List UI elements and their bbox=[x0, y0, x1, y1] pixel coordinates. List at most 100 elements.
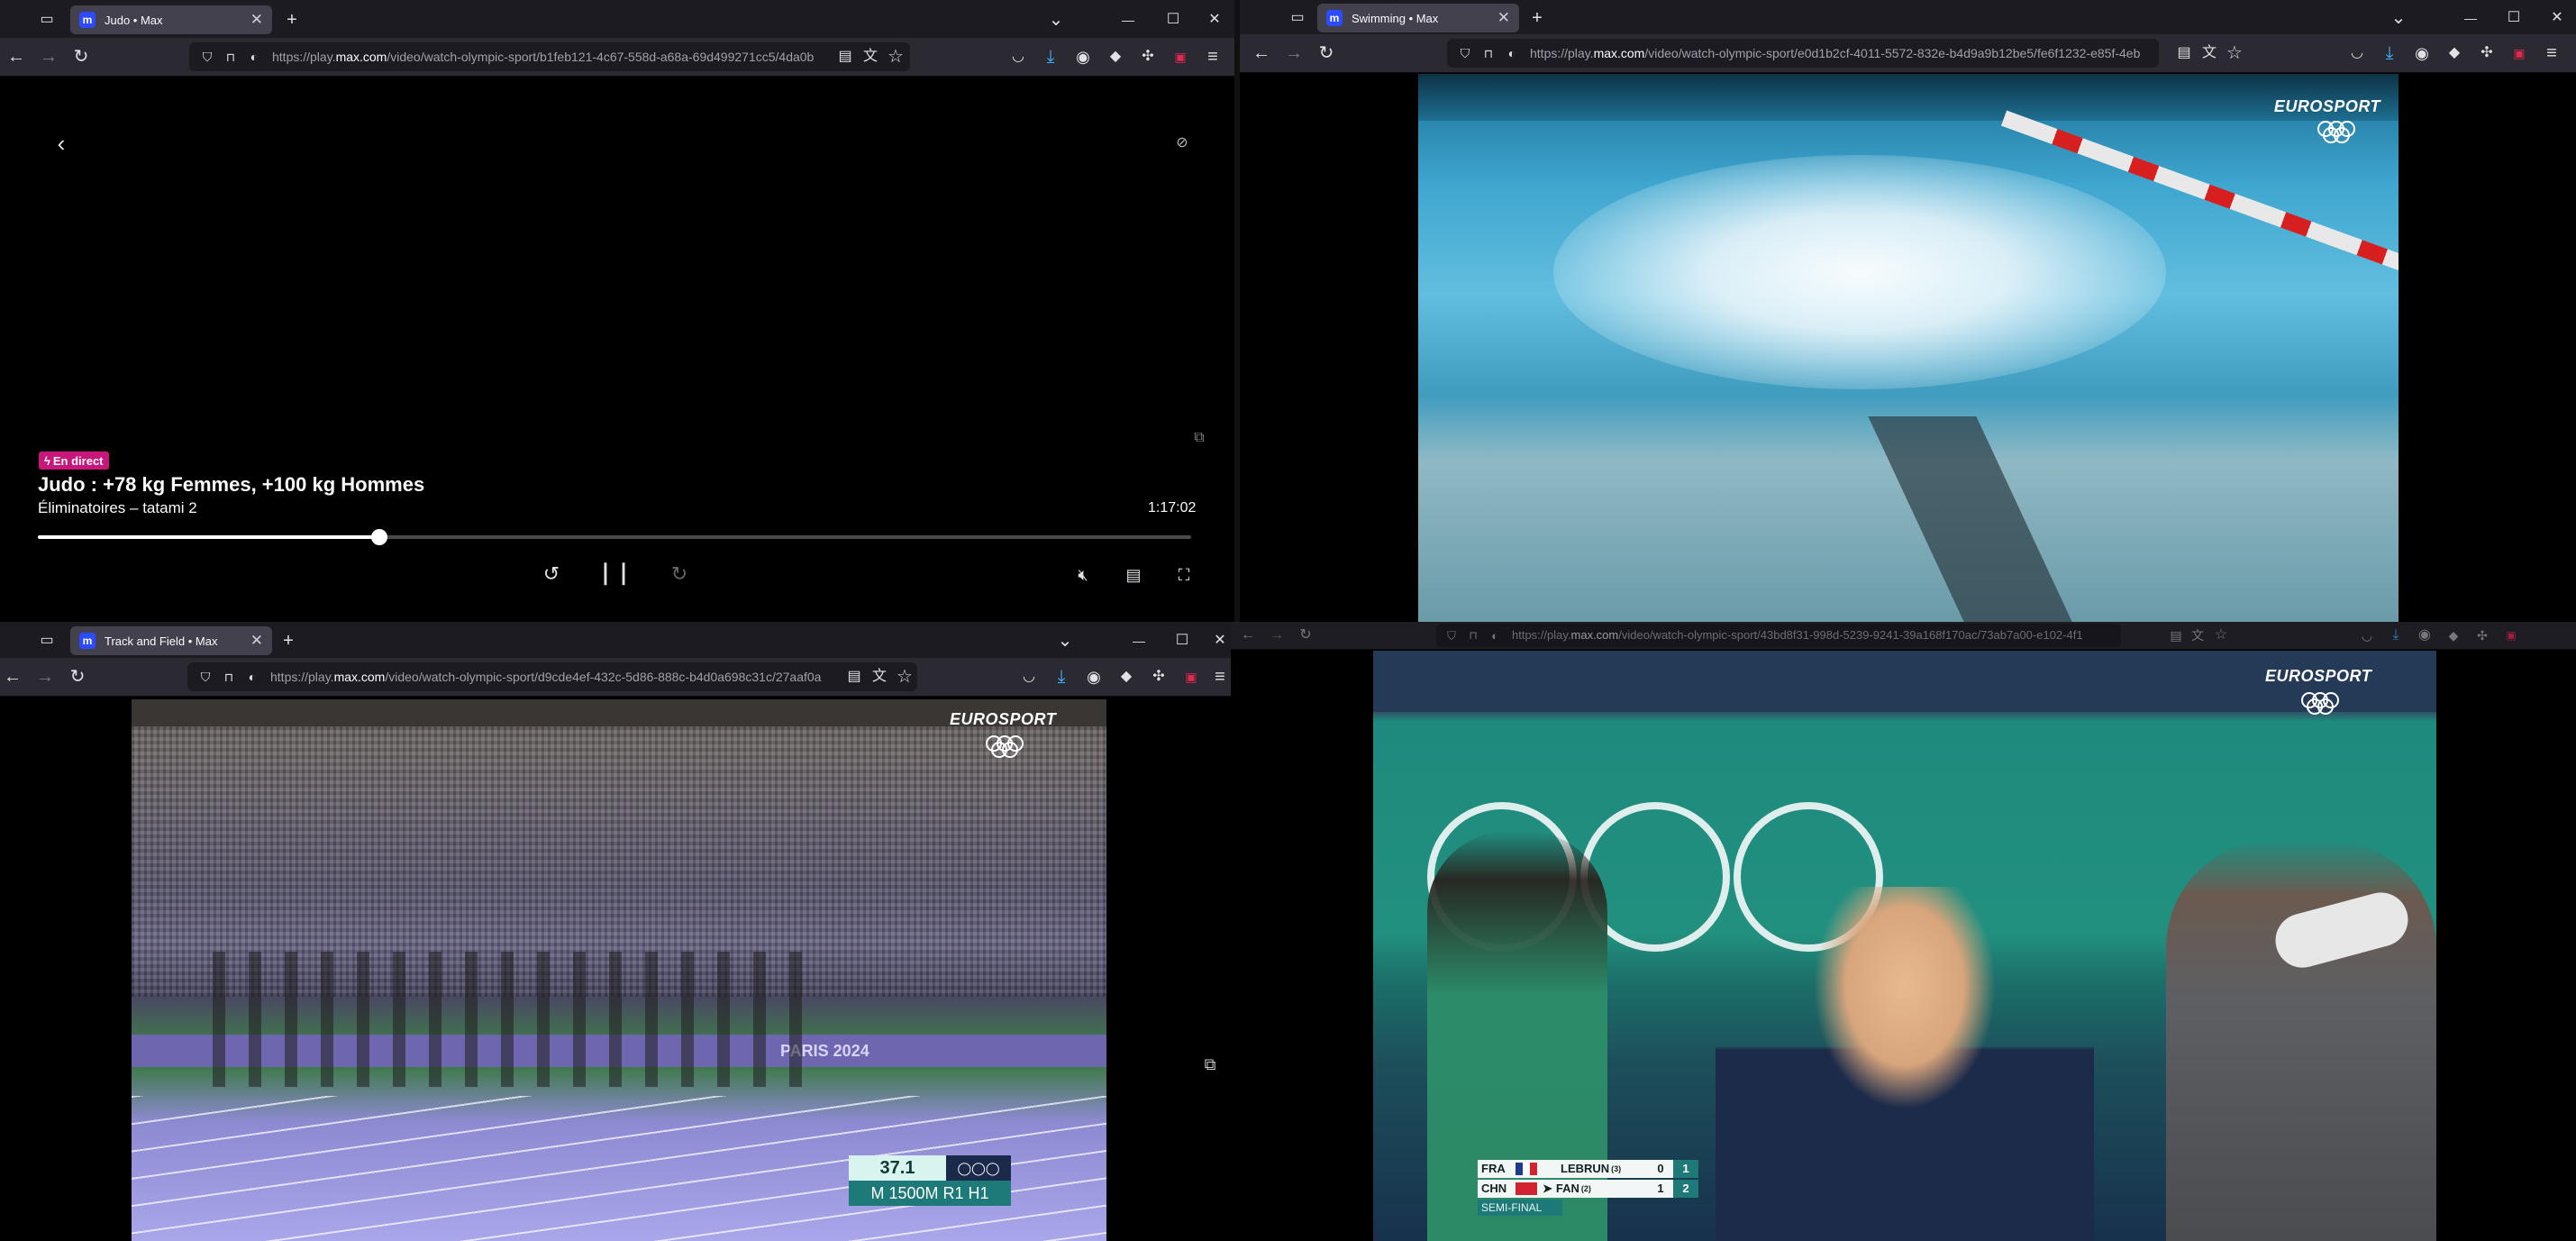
reload-button[interactable]: ↻ bbox=[70, 46, 92, 68]
forward-button[interactable]: → bbox=[1283, 42, 1305, 64]
pip-icon[interactable]: ⧉ bbox=[1198, 1053, 1222, 1076]
forward-button[interactable]: → bbox=[34, 666, 56, 688]
download-icon[interactable]: ⤓ bbox=[2386, 625, 2406, 645]
account-icon[interactable]: ◉ bbox=[2415, 625, 2435, 645]
pocket-icon[interactable]: ◡ bbox=[2357, 625, 2377, 645]
maximize-button[interactable]: ☐ bbox=[1162, 9, 1184, 31]
new-tab-button[interactable]: + bbox=[281, 9, 303, 31]
tab-overview-icon[interactable]: ▭ bbox=[36, 630, 58, 652]
translate-icon[interactable]: 文 bbox=[869, 666, 890, 688]
close-window-button[interactable]: ✕ bbox=[1209, 630, 1231, 652]
tab-overview-icon[interactable]: ▭ bbox=[36, 9, 58, 31]
menu-button[interactable]: ≡ bbox=[2541, 42, 2562, 64]
translate-icon[interactable]: 文 bbox=[860, 46, 881, 68]
tab-close-icon[interactable]: ✕ bbox=[250, 11, 263, 29]
maximize-button[interactable]: ☐ bbox=[1171, 630, 1193, 652]
url-bar[interactable]: ⛉ ⊓ ◐ https://play.max.com/video/watch-o… bbox=[1447, 39, 2159, 68]
list-tabs-button[interactable]: ⌄ bbox=[1054, 630, 1076, 652]
url-bar[interactable]: ⛉ ⊓ ◐ https://play.max.com/video/watch-o… bbox=[189, 42, 910, 71]
progress-track[interactable] bbox=[38, 529, 1191, 545]
list-tabs-button[interactable]: ⌄ bbox=[1045, 9, 1067, 31]
reload-button[interactable]: ↻ bbox=[1296, 625, 1315, 645]
minimize-button[interactable]: — bbox=[2460, 7, 2481, 29]
url-text[interactable]: https://play.max.com/video/watch-olympic… bbox=[1512, 628, 2083, 642]
swimming-video[interactable]: EUROSPORT bbox=[1418, 74, 2399, 626]
account-icon[interactable]: ◉ bbox=[1072, 46, 1094, 68]
extension-icon[interactable]: ◆ bbox=[2444, 42, 2465, 64]
download-icon[interactable]: ⤓ bbox=[1040, 46, 1061, 68]
maximize-button[interactable]: ☐ bbox=[2503, 7, 2525, 29]
menu-button[interactable]: ≡ bbox=[1209, 666, 1231, 688]
url-text[interactable]: https://play.max.com/video/watch-olympic… bbox=[1530, 46, 2140, 60]
url-bar[interactable]: ⛉ ⊓ ◐ https://play.max.com/video/watch-o… bbox=[1436, 624, 2121, 647]
pocket-icon[interactable]: ◡ bbox=[2346, 42, 2368, 64]
addon-icon[interactable]: ▣ bbox=[1170, 46, 1191, 68]
extension-icon[interactable]: ◆ bbox=[1115, 666, 1137, 688]
reader-view-icon[interactable]: ▤ bbox=[2166, 625, 2186, 645]
bookmark-star-icon[interactable]: ☆ bbox=[2211, 625, 2231, 645]
extension-icon[interactable]: ◆ bbox=[2444, 625, 2463, 645]
close-window-button[interactable]: ✕ bbox=[1204, 9, 1225, 31]
subtitles-off-icon[interactable]: ⊘ bbox=[1170, 131, 1195, 156]
menu-button[interactable]: ≡ bbox=[1202, 46, 1224, 68]
puzzle-icon[interactable]: ✣ bbox=[2472, 625, 2492, 645]
addon-icon[interactable]: ▣ bbox=[2501, 625, 2521, 645]
back-button[interactable]: ← bbox=[1251, 42, 1272, 64]
track-video[interactable]: PARIS 2024 EUROSPORT 37.1 ◯◯◯ M 1500M R1… bbox=[132, 699, 1106, 1241]
player-back-icon[interactable]: ‹ bbox=[49, 131, 74, 156]
pocket-icon[interactable]: ◡ bbox=[1018, 666, 1040, 688]
bookmark-star-icon[interactable]: ☆ bbox=[2224, 42, 2245, 64]
puzzle-icon[interactable]: ✣ bbox=[1148, 666, 1170, 688]
forward-10-icon[interactable]: ↻ bbox=[667, 561, 692, 587]
url-text[interactable]: https://play.max.com/video/watch-olympic… bbox=[272, 50, 814, 64]
reader-view-icon[interactable]: ▤ bbox=[834, 46, 856, 68]
tab-swimming[interactable]: m Swimming • Max ✕ bbox=[1317, 4, 1519, 32]
reader-view-icon[interactable]: ▤ bbox=[2173, 42, 2195, 64]
minimize-button[interactable]: — bbox=[1128, 630, 1150, 652]
tab-close-icon[interactable]: ✕ bbox=[250, 632, 263, 650]
puzzle-icon[interactable]: ✣ bbox=[1137, 46, 1159, 68]
captions-icon[interactable]: ▤ bbox=[1121, 563, 1146, 587]
new-tab-button[interactable]: + bbox=[1526, 7, 1548, 29]
account-icon[interactable]: ◉ bbox=[2411, 42, 2433, 64]
url-bar[interactable]: ⛉ ⊓ ◐ https://play.max.com/video/watch-o… bbox=[187, 662, 917, 691]
account-icon[interactable]: ◉ bbox=[1083, 666, 1105, 688]
progress-handle[interactable] bbox=[370, 529, 387, 545]
download-icon[interactable]: ⤓ bbox=[1051, 666, 1072, 688]
close-window-button[interactable]: ✕ bbox=[2546, 7, 2568, 29]
addon-icon[interactable]: ▣ bbox=[1180, 666, 1202, 688]
swimming-window: ▭ m Swimming • Max ✕ + ⌄ — ☐ ✕ ← → ↻ ⛉ ⊓… bbox=[1240, 0, 2576, 626]
translate-icon[interactable]: 文 bbox=[2198, 42, 2220, 64]
extension-icon[interactable]: ◆ bbox=[1105, 46, 1126, 68]
download-icon[interactable]: ⤓ bbox=[2379, 42, 2400, 64]
back-button[interactable]: ← bbox=[5, 46, 27, 68]
tabletennis-video[interactable]: EUROSPORT FRA LEBRUN (3) 0 1 CHN ➤ FAN (… bbox=[1373, 651, 2436, 1241]
forward-button[interactable]: → bbox=[38, 46, 59, 68]
judo-player[interactable]: ‹ ⊘ ⧉ ϟ En direct Judo : +78 kg Femmes, … bbox=[0, 77, 1234, 622]
url-text[interactable]: https://play.max.com/video/watch-olympic… bbox=[270, 670, 821, 684]
list-tabs-button[interactable]: ⌄ bbox=[2388, 7, 2409, 29]
minimize-button[interactable]: — bbox=[1117, 9, 1139, 31]
tab-close-icon[interactable]: ✕ bbox=[1497, 9, 1510, 27]
mute-icon[interactable]: 🔇︎ bbox=[1070, 563, 1096, 587]
pause-icon[interactable]: ❘❘ bbox=[596, 560, 633, 587]
addon-icon[interactable]: ▣ bbox=[2508, 42, 2530, 64]
new-tab-button[interactable]: + bbox=[278, 630, 299, 652]
bookmark-star-icon[interactable]: ☆ bbox=[894, 666, 915, 688]
bookmark-star-icon[interactable]: ☆ bbox=[885, 46, 906, 68]
rewind-10-icon[interactable]: ↺ bbox=[539, 561, 564, 587]
back-button[interactable]: ← bbox=[2, 666, 23, 688]
tab-judo[interactable]: m Judo • Max ✕ bbox=[70, 5, 272, 34]
reader-view-icon[interactable]: ▤ bbox=[843, 666, 865, 688]
puzzle-icon[interactable]: ✣ bbox=[2476, 42, 2498, 64]
translate-icon[interactable]: 文 bbox=[2188, 625, 2207, 645]
fullscreen-icon[interactable]: ⛶ bbox=[1171, 563, 1197, 587]
pocket-icon[interactable]: ◡ bbox=[1007, 46, 1029, 68]
reload-button[interactable]: ↻ bbox=[67, 666, 88, 688]
pip-icon[interactable]: ⧉ bbox=[1188, 428, 1211, 448]
forward-button[interactable]: → bbox=[1267, 625, 1287, 645]
reload-button[interactable]: ↻ bbox=[1315, 42, 1337, 64]
tab-track-and-field[interactable]: m Track and Field • Max ✕ bbox=[70, 626, 272, 655]
tab-overview-icon[interactable]: ▭ bbox=[1287, 7, 1308, 29]
back-button[interactable]: ← bbox=[1238, 625, 1258, 645]
